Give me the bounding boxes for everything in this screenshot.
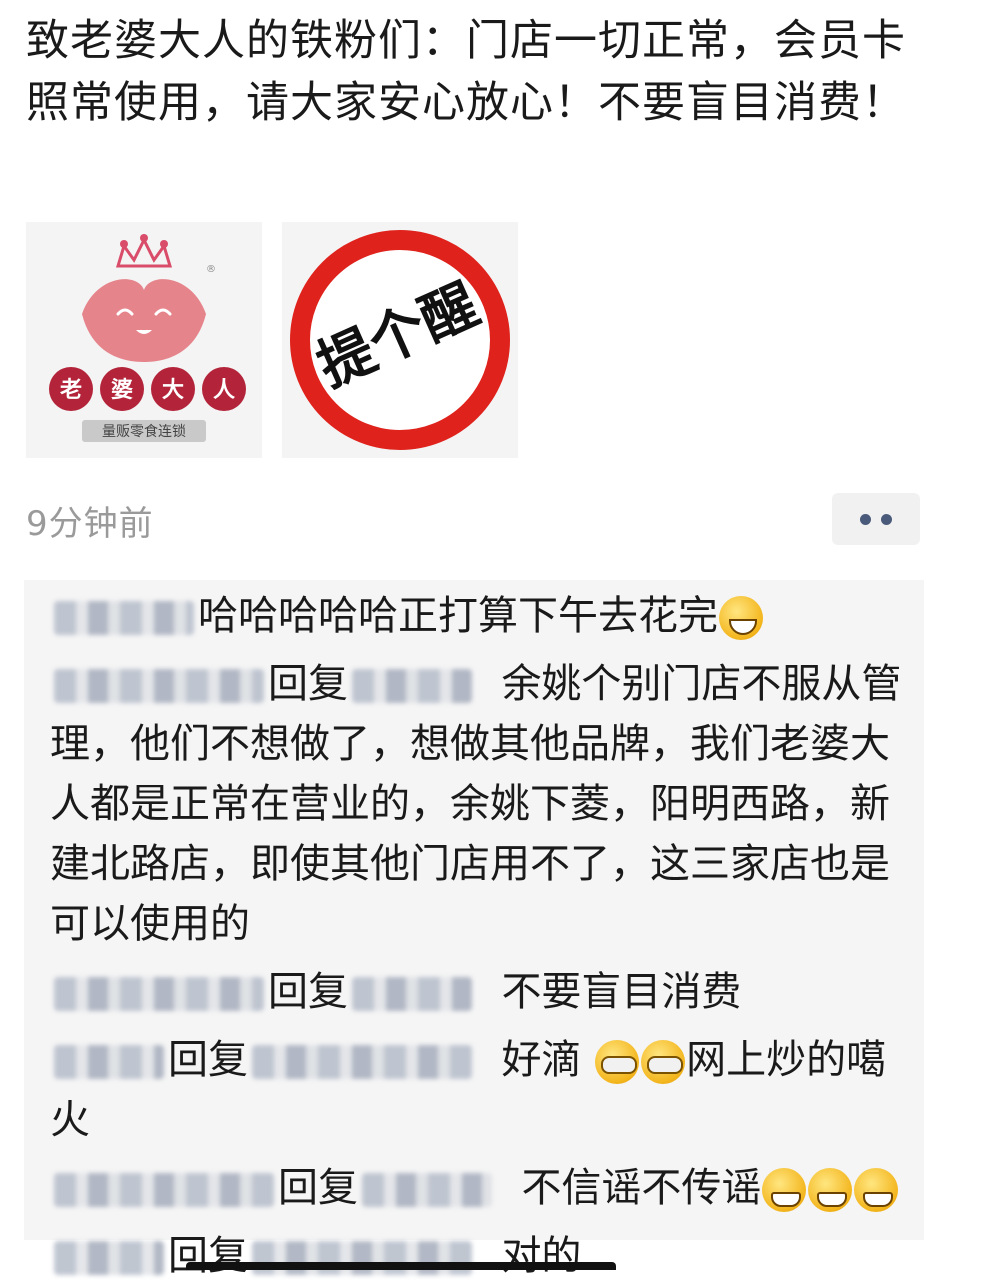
post-timestamp: 9分钟前 — [26, 504, 154, 544]
comment-text: 不要盲目消费 — [501, 969, 742, 1015]
grin-icon — [762, 1168, 807, 1212]
comment-text: 余姚个别门店不服从管理，他们不想做了，想做其他品牌，我们老婆大人都是正常在营业的… — [50, 661, 902, 947]
svg-text:量贩零食连锁: 量贩零食连锁 — [102, 423, 186, 440]
grin-icon — [808, 1168, 853, 1212]
blurred-username[interactable] — [352, 669, 472, 703]
cry-laugh-icon — [641, 1040, 686, 1084]
comment-item[interactable]: 哈哈哈哈哈正打算下午去花完 — [50, 586, 902, 646]
comment-like-button[interactable] — [832, 493, 920, 545]
grin-icon — [854, 1168, 899, 1212]
brand-logo-image[interactable]: ® 老 婆 大 人 量贩零食连锁 — [26, 222, 262, 458]
svg-text:婆: 婆 — [111, 377, 133, 403]
post-text: 致老婆大人的铁粉们：门店一切正常，会员卡照常使用，请大家安心放心！不要盲目消费！ — [26, 16, 906, 128]
svg-text:大: 大 — [162, 378, 184, 403]
blurred-username[interactable] — [54, 1045, 164, 1079]
home-indicator — [186, 1262, 616, 1270]
blurred-username[interactable] — [362, 1173, 492, 1207]
comment-text: 对的 — [501, 1233, 582, 1279]
svg-text:老: 老 — [59, 378, 82, 403]
blurred-username[interactable] — [352, 977, 472, 1011]
blurred-username[interactable] — [54, 1173, 274, 1207]
blurred-username[interactable] — [252, 1045, 472, 1079]
reply-label: 回复 — [268, 969, 348, 1015]
reply-label: 回复 — [168, 1233, 248, 1279]
comment-item[interactable]: 回复 余姚个别门店不服从管理，他们不想做了，想做其他品牌，我们老婆大人都是正常在… — [50, 654, 902, 954]
reminder-sign-icon: 提个醒 — [290, 230, 510, 450]
svg-text:人: 人 — [213, 378, 235, 403]
svg-text:®: ® — [206, 264, 216, 275]
blurred-username[interactable] — [54, 669, 264, 703]
lips-logo-icon: ® 老 婆 大 人 量贩零食连锁 — [49, 234, 246, 442]
dot-icon — [860, 513, 871, 525]
comment-item[interactable]: 回复 对的 — [50, 1226, 902, 1286]
comment-text: 好滴 — [501, 1037, 582, 1083]
reply-label: 回复 — [278, 1165, 358, 1211]
comment-text: 哈哈哈哈哈正打算下午去花完 — [198, 593, 718, 639]
cry-laugh-icon — [595, 1040, 640, 1084]
laugh-icon — [719, 596, 763, 640]
comment-item[interactable]: 回复 不信谣不传谣 — [50, 1158, 902, 1218]
blurred-username[interactable] — [54, 977, 264, 1011]
comment-item[interactable]: 回复 好滴 网上炒的噶火 — [50, 1030, 902, 1150]
reply-label: 回复 — [168, 1037, 248, 1083]
comments-section: 哈哈哈哈哈正打算下午去花完 回复 余姚个别门店不服从管理，他们不想做了，想做其他… — [24, 580, 924, 1279]
comment-item[interactable]: 回复 不要盲目消费 — [50, 962, 902, 1022]
blurred-username[interactable] — [54, 601, 194, 635]
comment-text: 不信谣不传谣 — [521, 1165, 762, 1211]
reminder-sign-image[interactable]: 提个醒 — [282, 222, 518, 458]
dot-icon — [881, 513, 892, 525]
reply-label: 回复 — [268, 661, 348, 707]
